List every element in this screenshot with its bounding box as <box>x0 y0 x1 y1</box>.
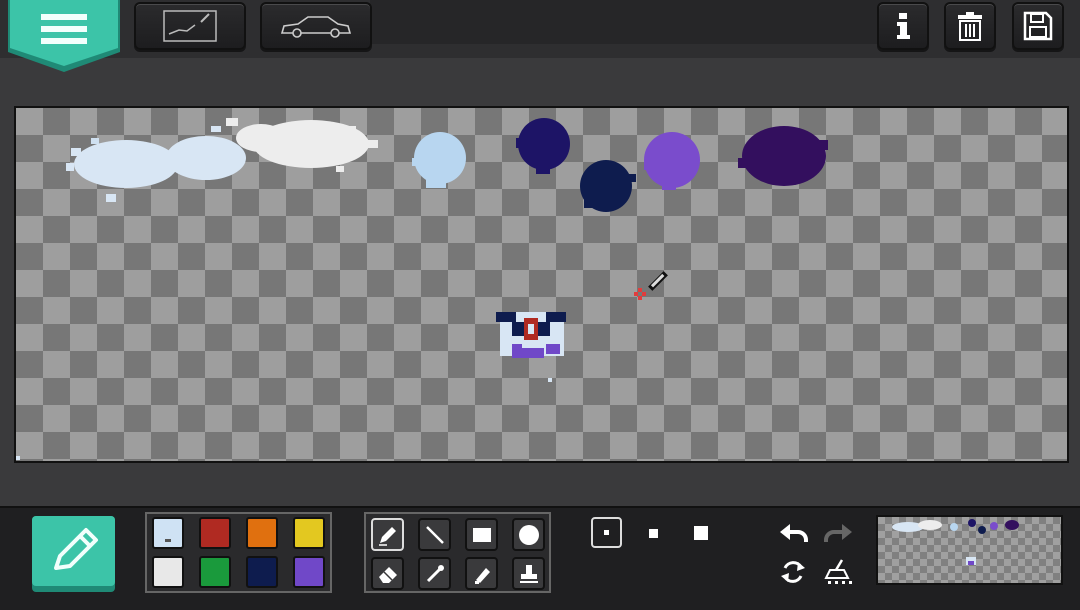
circle-tool[interactable] <box>512 518 545 551</box>
fill-bucket-tool-icon <box>474 567 490 584</box>
delete-button[interactable] <box>944 2 996 50</box>
pixel-sprite <box>496 312 566 382</box>
circle-tool-icon <box>518 524 539 545</box>
redo-icon <box>824 524 852 542</box>
drawing-canvas[interactable] <box>14 106 1069 463</box>
eyedropper-cursor-icon <box>634 271 668 300</box>
trash-icon <box>958 12 982 41</box>
selected-swatch-marker <box>165 539 171 542</box>
canvas-preview[interactable] <box>876 515 1063 585</box>
toolbar-tab-strip <box>370 0 890 44</box>
eraser-tool[interactable] <box>371 557 404 590</box>
draw-mode-tab[interactable] <box>134 2 246 50</box>
rotate-icon <box>781 561 805 583</box>
color-palette <box>145 512 332 593</box>
brush-small-dot-icon <box>604 530 609 535</box>
info-icon <box>897 13 910 39</box>
brush-size-medium[interactable] <box>640 520 666 546</box>
swatch-7[interactable] <box>293 556 325 588</box>
draw-mode-button[interactable] <box>32 516 115 592</box>
menu-button[interactable] <box>8 0 120 72</box>
swatch-6[interactable] <box>246 556 278 588</box>
purple-blob <box>644 132 700 190</box>
fill-bucket-tool[interactable] <box>465 557 498 590</box>
car-outline-icon <box>280 16 352 38</box>
eyedropper-tool-icon <box>426 564 444 582</box>
vehicle-mode-tab[interactable] <box>260 2 372 50</box>
rotate-button[interactable] <box>776 556 810 588</box>
canvas-drawing <box>16 118 828 460</box>
dark-purple-blob <box>738 126 828 186</box>
preview-drawing <box>892 519 1019 565</box>
swatch-0[interactable] <box>152 517 184 549</box>
swatch-5[interactable] <box>199 556 231 588</box>
pencil-tool-icon <box>378 526 396 546</box>
swatch-4[interactable] <box>152 556 184 588</box>
swatch-1[interactable] <box>199 517 231 549</box>
brush-medium-dot-icon <box>648 528 658 538</box>
navy-blob <box>580 160 636 212</box>
save-button[interactable] <box>1012 2 1064 50</box>
hamburger-icon <box>8 0 120 72</box>
stamp-tool[interactable] <box>512 557 545 590</box>
broom-icon <box>824 559 852 584</box>
line-tool[interactable] <box>418 518 451 551</box>
redo-button[interactable] <box>822 518 856 548</box>
indigo-blob <box>516 118 570 174</box>
swatch-3[interactable] <box>293 517 325 549</box>
brush-large-dot-icon <box>694 526 708 540</box>
clear-button[interactable] <box>822 556 856 588</box>
pencil-icon <box>32 516 115 592</box>
swatch-2[interactable] <box>246 517 278 549</box>
info-button[interactable] <box>877 2 929 50</box>
rectangle-tool-icon <box>472 527 491 542</box>
undo-button[interactable] <box>776 518 810 548</box>
floppy-disk-icon <box>1023 11 1053 41</box>
light-blue-scribble <box>66 126 246 202</box>
eyedropper-tool[interactable] <box>418 557 451 590</box>
sketch-frame-icon <box>163 10 217 42</box>
white-scribble <box>226 118 378 172</box>
stamp-tool-icon <box>519 564 538 583</box>
brush-size-small[interactable] <box>591 517 622 548</box>
brush-size-large[interactable] <box>688 520 714 546</box>
eraser-tool-icon <box>378 566 397 583</box>
rectangle-tool[interactable] <box>465 518 498 551</box>
pencil-tool[interactable] <box>371 518 404 551</box>
undo-icon <box>780 524 808 542</box>
sky-blue-blob <box>412 132 466 188</box>
line-tool-icon <box>425 525 444 544</box>
tool-grid <box>364 512 551 593</box>
